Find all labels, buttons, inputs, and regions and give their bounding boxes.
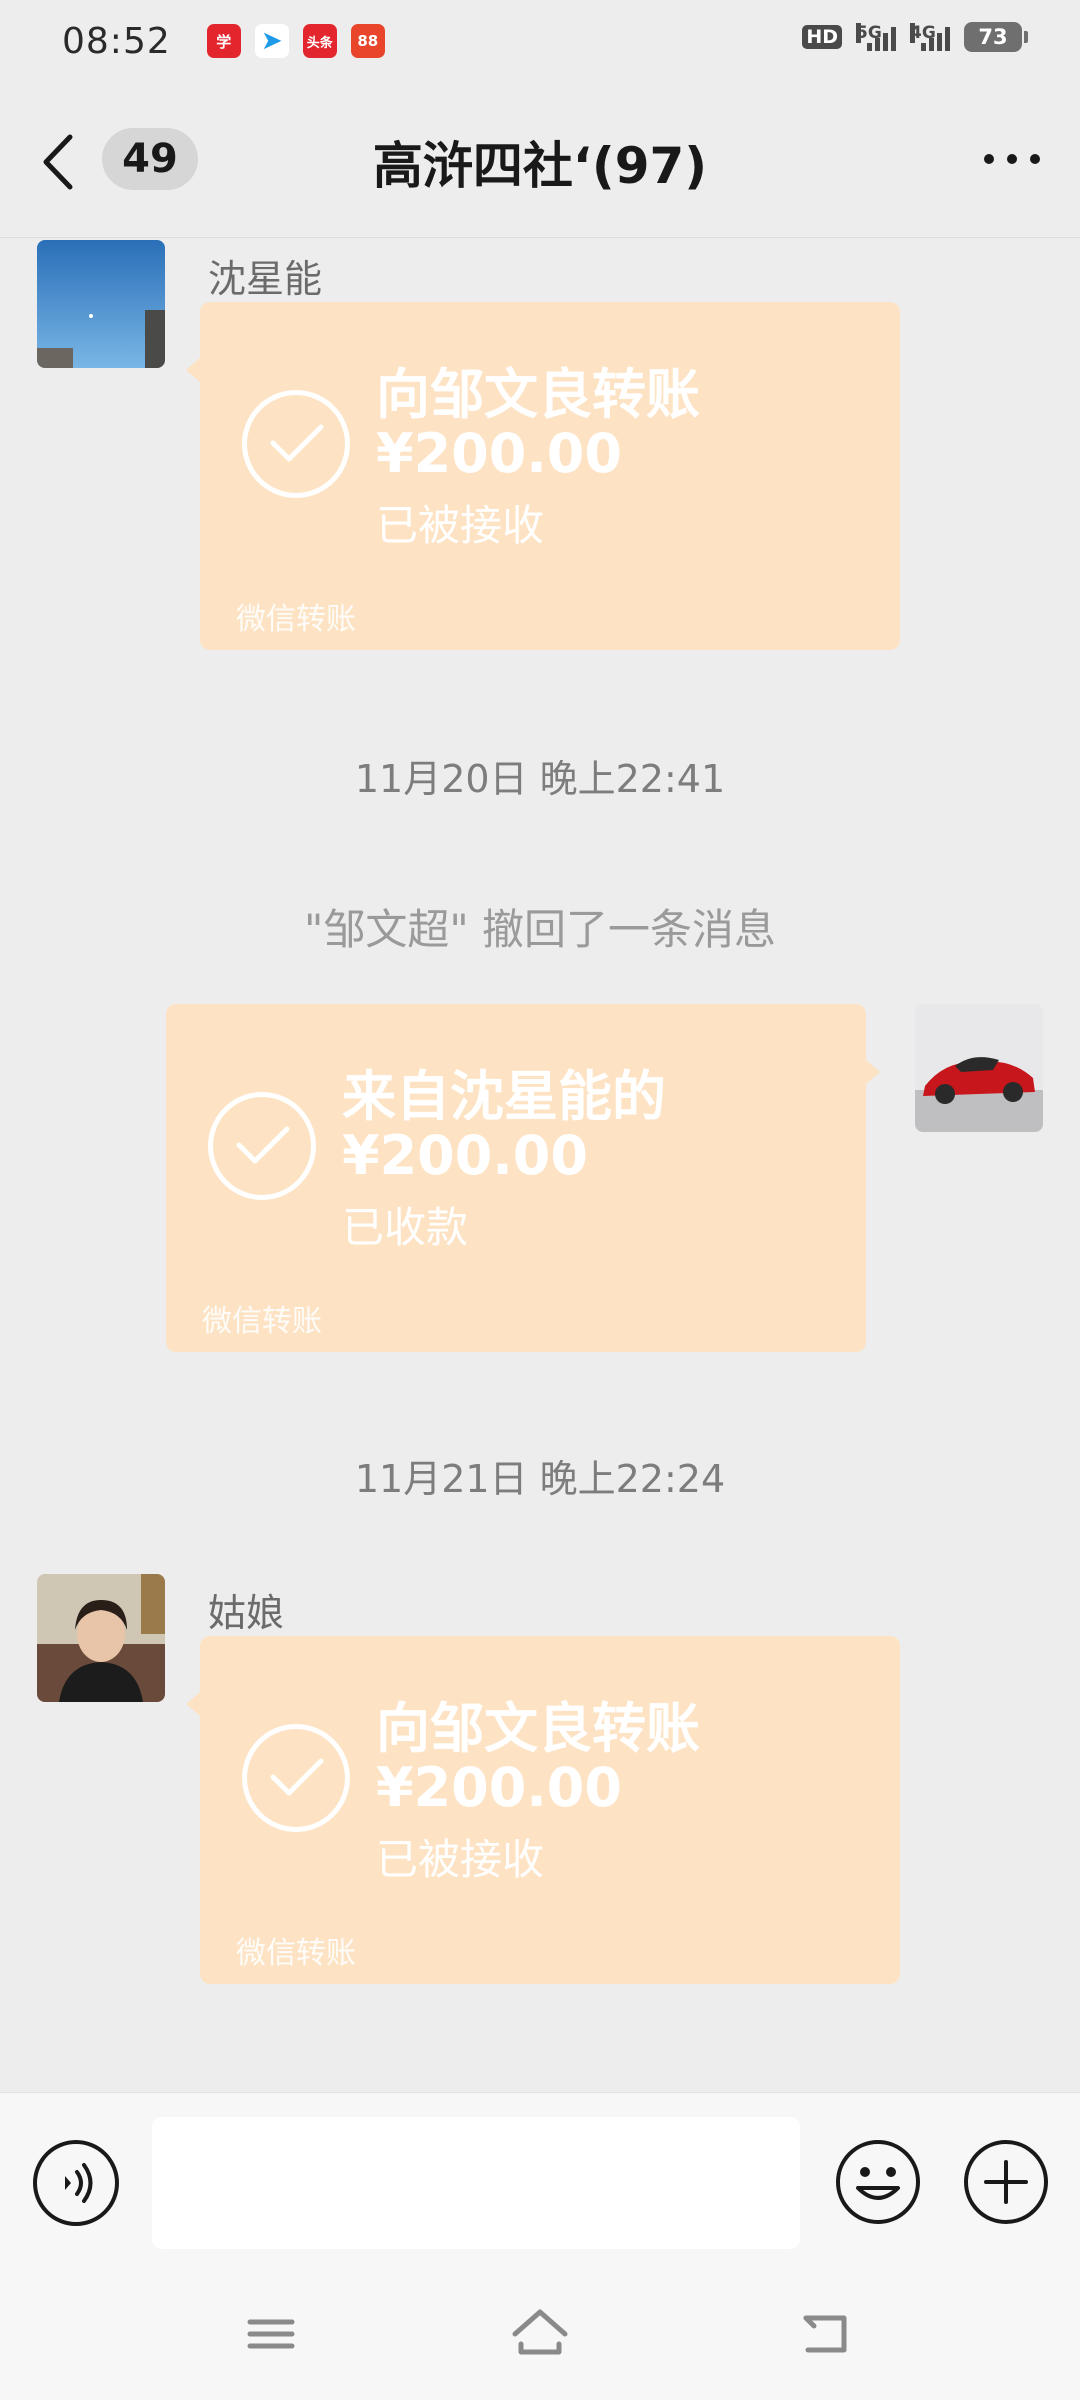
more-dots-icon (984, 154, 994, 164)
avatar[interactable] (37, 1574, 165, 1702)
status-indicators: HD 5G 4G 73 (802, 22, 1028, 52)
transfer-footer: 微信转账 (236, 1936, 356, 1971)
emoji-icon (836, 2140, 920, 2224)
notification-icons: 学 ➤ 头条 88 (206, 24, 385, 58)
transfer-title: 向邹文良转账 (376, 363, 700, 426)
more-functions-button[interactable] (962, 2138, 1050, 2226)
more-options-button[interactable] (984, 154, 1040, 164)
chat-title: 高浒四社‘(97) (372, 137, 708, 195)
chat-header: 49 高浒四社‘(97) (0, 82, 1080, 238)
back-arrow-icon (803, 2315, 847, 2353)
transfer-message-card[interactable]: 向邹文良转账 ¥200.00 已被接收 微信转账 (186, 302, 900, 650)
signal-4g-icon: 4G (910, 23, 950, 51)
transfer-status: 已被接收 (376, 501, 545, 550)
system-nav-bar (0, 2280, 1080, 2400)
avatar[interactable] (37, 240, 165, 368)
voice-input-button[interactable] (33, 2140, 119, 2226)
transfer-status: 已收款 (342, 1203, 469, 1252)
signal-5g-icon: 5G (856, 23, 896, 51)
status-bar: 08:52 学 ➤ 头条 88 HD 5G 4G 73 (0, 0, 1080, 82)
emoji-button[interactable] (834, 2138, 922, 2226)
nav-home-button[interactable] (505, 2304, 575, 2364)
transfer-title: 向邹文良转账 (376, 1697, 700, 1760)
status-time: 08:52 (62, 20, 171, 62)
recall-notice: "邹文超" 撤回了一条消息 (304, 905, 776, 954)
home-icon (512, 2309, 568, 2355)
app-red-icon: 学 (206, 24, 241, 58)
transfer-message-card[interactable]: 来自沈星能的 ¥200.00 已收款 微信转账 (166, 1004, 880, 1352)
transfer-amount: ¥200.00 (342, 1124, 588, 1187)
toutiao-icon: 头条 (302, 24, 337, 58)
timestamp: 11月21日 晚上22:24 (354, 1457, 726, 1501)
app-orange-icon: 88 (350, 24, 385, 58)
checkmark-icon (242, 1724, 350, 1832)
voice-icon (65, 2163, 93, 2203)
my-avatar[interactable] (915, 1004, 1043, 1132)
paper-plane-icon: ➤ (254, 24, 289, 58)
transfer-title: 来自沈星能的 (342, 1065, 666, 1128)
nav-back-button[interactable] (790, 2304, 860, 2364)
checkmark-icon (208, 1092, 316, 1200)
input-bar (0, 2092, 1080, 2280)
transfer-amount: ¥200.00 (376, 1756, 622, 1819)
transfer-status: 已被接收 (376, 1835, 545, 1884)
transfer-message-card[interactable]: 向邹文良转账 ¥200.00 已被接收 微信转账 (186, 1636, 900, 1984)
transfer-footer: 微信转账 (236, 602, 356, 637)
transfer-amount: ¥200.00 (376, 422, 622, 485)
timestamp: 11月20日 晚上22:41 (354, 757, 726, 801)
sender-name: 沈星能 (208, 257, 323, 301)
nav-menu-button[interactable] (236, 2304, 306, 2364)
hd-voice-icon: HD (802, 25, 842, 49)
menu-icon (247, 2319, 295, 2349)
sender-name: 姑娘 (208, 1591, 285, 1635)
battery-icon: 73 (964, 22, 1028, 52)
plus-icon (964, 2140, 1048, 2224)
checkmark-icon (242, 390, 350, 498)
message-input[interactable] (152, 2117, 800, 2249)
transfer-footer: 微信转账 (202, 1304, 322, 1339)
